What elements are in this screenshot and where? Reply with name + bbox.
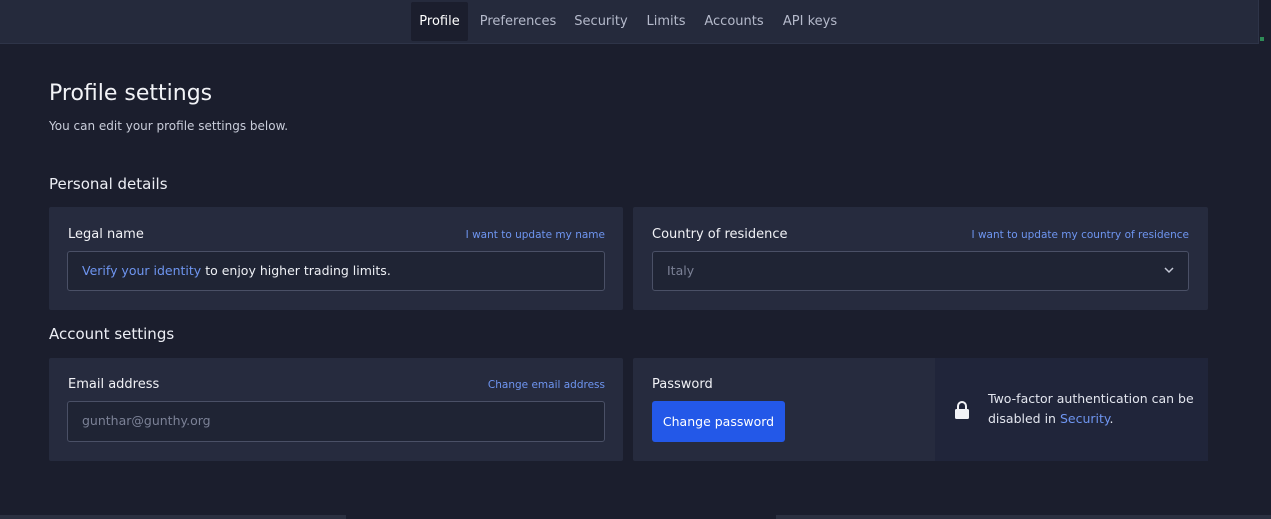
status-indicator <box>1260 37 1264 41</box>
personal-details-heading: Personal details <box>49 175 168 193</box>
page-title: Profile settings <box>49 81 213 106</box>
security-link[interactable]: Security <box>1060 411 1110 426</box>
country-label: Country of residence <box>652 227 788 242</box>
email-value: gunthar@gunthy.org <box>82 413 211 428</box>
legal-name-card: Legal name I want to update my name Veri… <box>49 207 623 310</box>
change-email-link[interactable]: Change email address <box>488 379 605 391</box>
change-password-button[interactable]: Change password <box>652 401 785 442</box>
tab-limits[interactable]: Limits <box>642 2 690 41</box>
password-card: Password Change password Two-factor auth… <box>633 358 1208 461</box>
two-factor-message: Two-factor authentication can be disable… <box>988 389 1198 429</box>
tab-profile[interactable]: Profile <box>411 2 468 41</box>
bottom-scrollbar-left <box>0 515 346 519</box>
top-navigation: Profile Preferences Security Limits Acco… <box>0 0 1258 44</box>
account-settings-heading: Account settings <box>49 325 175 343</box>
legal-name-field: Verify your identity to enjoy higher tra… <box>67 251 605 291</box>
two-factor-panel: Two-factor authentication can be disable… <box>935 358 1208 461</box>
email-field[interactable]: gunthar@gunthy.org <box>67 401 605 442</box>
tab-security[interactable]: Security <box>570 2 632 41</box>
page-subtitle: You can edit your profile settings below… <box>49 119 289 133</box>
tab-preferences[interactable]: Preferences <box>476 2 560 41</box>
update-country-link[interactable]: I want to update my country of residence <box>972 229 1189 241</box>
tab-accounts[interactable]: Accounts <box>700 2 768 41</box>
password-label: Password <box>652 377 713 392</box>
verify-identity-text: to enjoy higher trading limits. <box>201 263 391 278</box>
tab-api-keys[interactable]: API keys <box>778 2 842 41</box>
email-label: Email address <box>68 377 160 392</box>
update-name-link[interactable]: I want to update my name <box>466 229 605 241</box>
bottom-scrollbar-right <box>776 515 1271 519</box>
chevron-down-icon <box>1164 267 1174 274</box>
verify-identity-link[interactable]: Verify your identity <box>82 263 201 278</box>
country-card: Country of residence I want to update my… <box>633 207 1208 310</box>
legal-name-label: Legal name <box>68 227 144 242</box>
right-edge-panel <box>1258 0 1271 44</box>
email-card: Email address Change email address gunth… <box>49 358 623 461</box>
two-factor-period: . <box>1109 411 1114 426</box>
country-select[interactable]: Italy <box>652 251 1189 291</box>
country-value: Italy <box>667 263 695 278</box>
lock-icon <box>955 401 969 419</box>
